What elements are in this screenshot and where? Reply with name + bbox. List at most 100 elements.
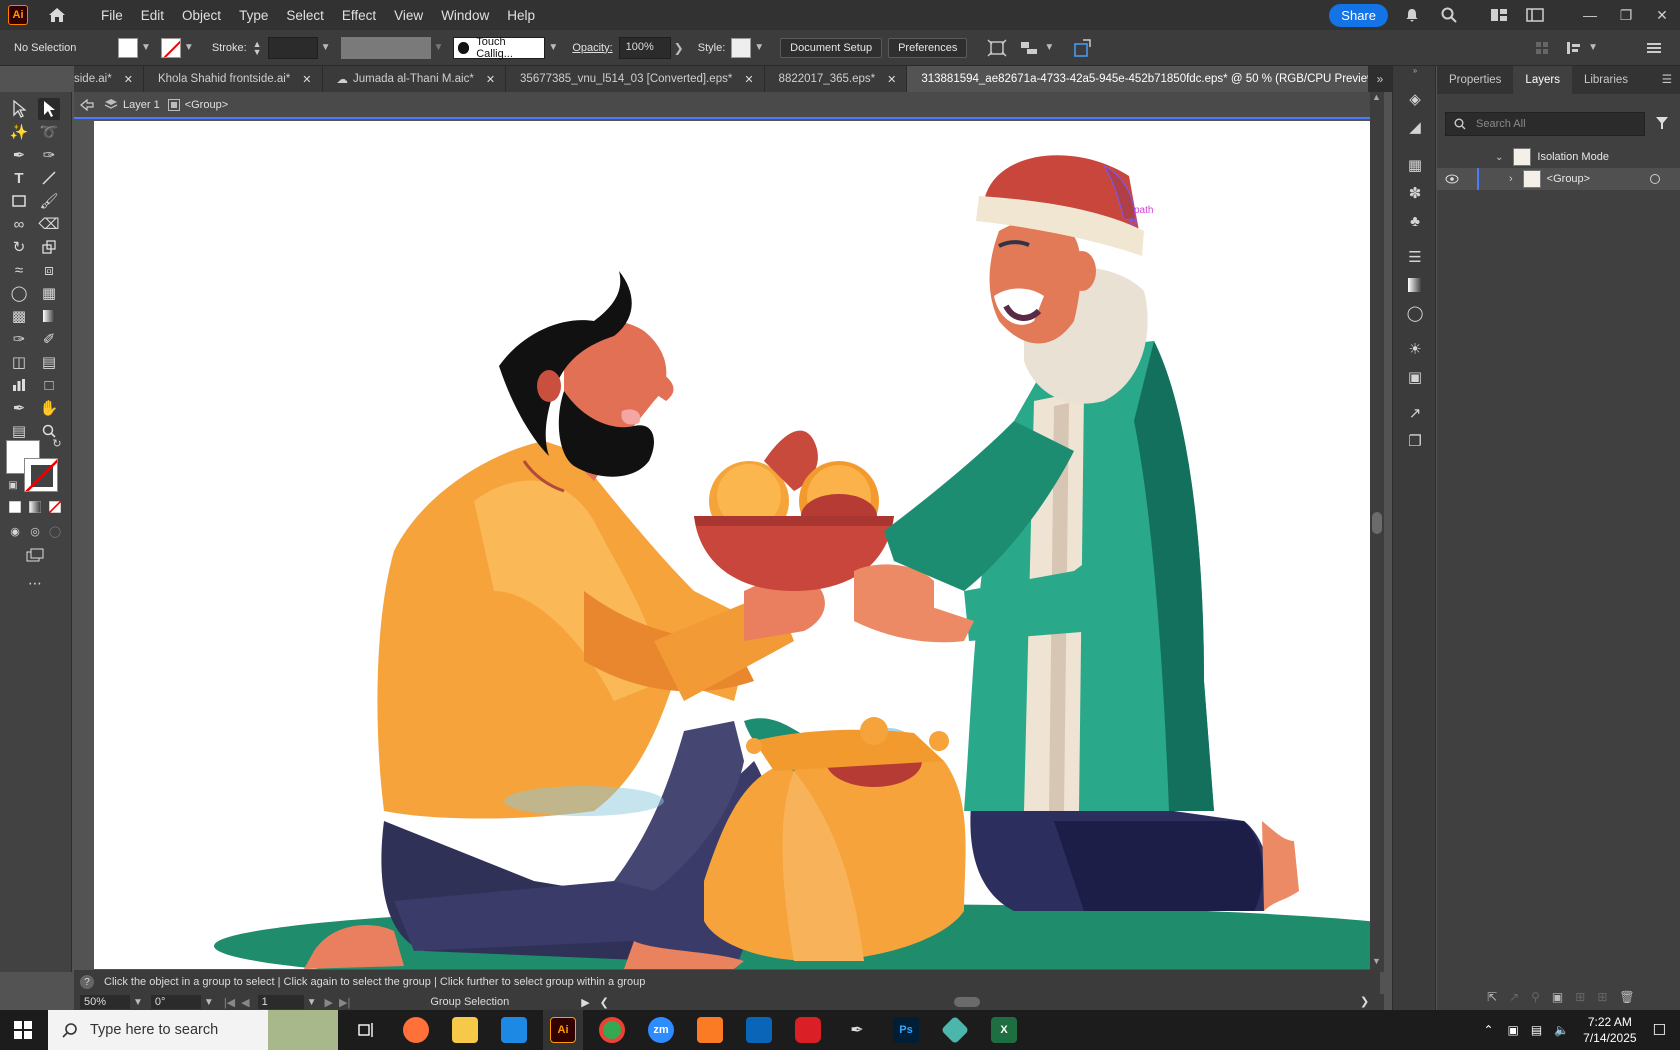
- artboard[interactable]: path: [94, 121, 1376, 969]
- isolate-icon[interactable]: [987, 39, 1007, 57]
- next-artboard-icon[interactable]: ▶: [325, 996, 333, 1009]
- vertical-scroll-thumb[interactable]: [1372, 512, 1382, 534]
- chevron-down-icon[interactable]: ▼: [184, 42, 194, 53]
- chevron-down-icon[interactable]: ▼: [204, 997, 214, 1008]
- draw-normal-icon[interactable]: ◉: [4, 520, 26, 542]
- tab-libraries[interactable]: Libraries: [1572, 66, 1640, 94]
- task-view-icon[interactable]: [347, 1010, 387, 1050]
- gradient-panel-icon[interactable]: [1404, 274, 1426, 296]
- none-mode-icon[interactable]: [44, 496, 66, 518]
- bell-icon[interactable]: [1404, 7, 1440, 23]
- column-graph-icon[interactable]: [8, 374, 30, 396]
- illustrator-logo[interactable]: Ai: [8, 5, 28, 25]
- tab-document[interactable]: 8822017_365.eps* ✕: [764, 66, 908, 92]
- gradient-tool-icon[interactable]: [38, 305, 60, 327]
- transparency-icon[interactable]: ◯: [1404, 302, 1426, 324]
- target-circle-icon[interactable]: [1650, 174, 1660, 184]
- export-icon[interactable]: ↗: [1404, 402, 1426, 424]
- tab-document-active[interactable]: 313881594_ae82671a-4733-42a5-945e-452b71…: [907, 66, 1380, 92]
- menu-help[interactable]: Help: [498, 8, 544, 23]
- layer-row-group[interactable]: › <Group>: [1437, 168, 1680, 190]
- stroke-swatch[interactable]: [160, 37, 181, 58]
- excel-icon[interactable]: X: [984, 1010, 1024, 1050]
- firefox-icon[interactable]: [396, 1010, 436, 1050]
- shape-builder-icon[interactable]: ◯: [8, 282, 30, 304]
- chevron-down-icon[interactable]: ▼: [434, 42, 444, 53]
- layer-name[interactable]: Isolation Mode: [1537, 151, 1609, 163]
- variable-width-profile[interactable]: [340, 36, 431, 59]
- opacity-label[interactable]: Opacity:: [572, 42, 612, 54]
- create-sublayer-icon[interactable]: ⊞: [1575, 990, 1585, 1004]
- tab-document[interactable]: 35677385_vnu_l514_03 [Converted].eps* ✕: [506, 66, 765, 92]
- export-selected-icon[interactable]: ↗: [1509, 990, 1519, 1004]
- tab-properties[interactable]: Properties: [1437, 66, 1513, 94]
- blend-tool-icon[interactable]: ◫: [8, 351, 30, 373]
- share-button[interactable]: Share: [1329, 3, 1388, 27]
- graphic-styles-icon[interactable]: ◢: [1404, 116, 1426, 138]
- visibility-eye-icon[interactable]: [1445, 174, 1459, 184]
- previous-artboard-icon[interactable]: ◀: [241, 996, 249, 1009]
- last-artboard-icon[interactable]: ▶|: [339, 996, 350, 1009]
- curvature-tool-icon[interactable]: ✑: [38, 144, 60, 166]
- close-icon[interactable]: ✕: [124, 73, 133, 86]
- collapse-panel-icon[interactable]: »: [1393, 66, 1437, 75]
- illustration[interactable]: path: [94, 121, 1376, 969]
- swap-fill-stroke-icon[interactable]: ↻: [46, 432, 68, 454]
- brush-definition[interactable]: Touch Callig...: [453, 36, 546, 60]
- scale-tool-icon[interactable]: [38, 236, 60, 258]
- chevron-down-icon[interactable]: ▼: [321, 42, 331, 53]
- layer-row-isolation[interactable]: ⌄ Isolation Mode: [1437, 146, 1680, 168]
- close-window-icon[interactable]: ✕: [1644, 7, 1680, 24]
- breadcrumb-layer[interactable]: Layer 1: [123, 99, 160, 111]
- draw-inside-icon[interactable]: ◯: [44, 520, 66, 542]
- zoom-icon[interactable]: zm: [641, 1010, 681, 1050]
- clock[interactable]: 7:22 AM 7/14/2025: [1583, 1014, 1636, 1046]
- file-explorer-icon[interactable]: [445, 1010, 485, 1050]
- draw-behind-icon[interactable]: ◎: [24, 520, 46, 542]
- appearance-icon[interactable]: ◈: [1404, 88, 1426, 110]
- selection-tool-icon[interactable]: [8, 98, 30, 120]
- stroke-stepper-icon[interactable]: ▲ ▼: [253, 39, 262, 56]
- free-transform-icon[interactable]: ⧈: [38, 259, 60, 281]
- hand-tool-icon[interactable]: ✋: [38, 397, 60, 419]
- display-icon[interactable]: ▣: [1508, 1023, 1519, 1037]
- chrome-icon[interactable]: [592, 1010, 632, 1050]
- print-tiling-icon[interactable]: ▤: [8, 420, 30, 442]
- arrange-documents-icon[interactable]: [1526, 8, 1562, 22]
- restore-icon[interactable]: ❐: [1608, 7, 1644, 24]
- scroll-left-icon[interactable]: ❮: [600, 996, 609, 1009]
- menu-select[interactable]: Select: [277, 8, 333, 23]
- chevron-down-icon[interactable]: ▼: [754, 42, 764, 53]
- create-layer-icon[interactable]: ⊞: [1597, 990, 1607, 1004]
- artboard-tool-icon[interactable]: □: [38, 374, 60, 396]
- chevron-down-icon[interactable]: ▼: [1044, 42, 1054, 53]
- pen-app-icon[interactable]: ✒: [837, 1010, 877, 1050]
- opacity-input[interactable]: 100%: [618, 36, 671, 59]
- perspective-grid-icon[interactable]: ▦: [38, 282, 60, 304]
- outlook-icon[interactable]: [739, 1010, 779, 1050]
- shaper-tool-icon[interactable]: ∞: [8, 213, 30, 235]
- xampp-icon[interactable]: [690, 1010, 730, 1050]
- vscode-icon[interactable]: [494, 1010, 534, 1050]
- delete-icon[interactable]: 🗑: [1619, 990, 1634, 1004]
- chevron-down-icon[interactable]: ▼: [141, 42, 151, 53]
- menu-effect[interactable]: Effect: [333, 8, 385, 23]
- mesh-tool-icon[interactable]: ▩: [8, 305, 30, 327]
- tab-layers[interactable]: Layers: [1513, 66, 1572, 94]
- make-clipping-mask-icon[interactable]: ▣: [1552, 990, 1563, 1004]
- type-tool-icon[interactable]: T: [8, 167, 30, 189]
- pen-tool-icon[interactable]: ✒: [8, 144, 30, 166]
- back-arrow-icon[interactable]: [80, 98, 94, 111]
- direct-selection-tool-icon[interactable]: [38, 98, 60, 120]
- menu-file[interactable]: File: [92, 8, 132, 23]
- layer-name[interactable]: <Group>: [1547, 173, 1590, 185]
- slice-tool-icon[interactable]: ✒: [8, 397, 30, 419]
- tab-document[interactable]: Khola Shahid frontside.ai* ✕: [143, 66, 323, 92]
- taskbar-search[interactable]: Type here to search: [48, 1010, 338, 1050]
- app-gem-icon[interactable]: [935, 1010, 975, 1050]
- layers-search-field[interactable]: Search All: [1445, 112, 1645, 136]
- search-icon[interactable]: [1440, 6, 1476, 24]
- menu-window[interactable]: Window: [432, 8, 498, 23]
- collect-export-icon[interactable]: ⇱: [1487, 990, 1497, 1004]
- chevron-up-icon[interactable]: ⌃: [1483, 1023, 1493, 1037]
